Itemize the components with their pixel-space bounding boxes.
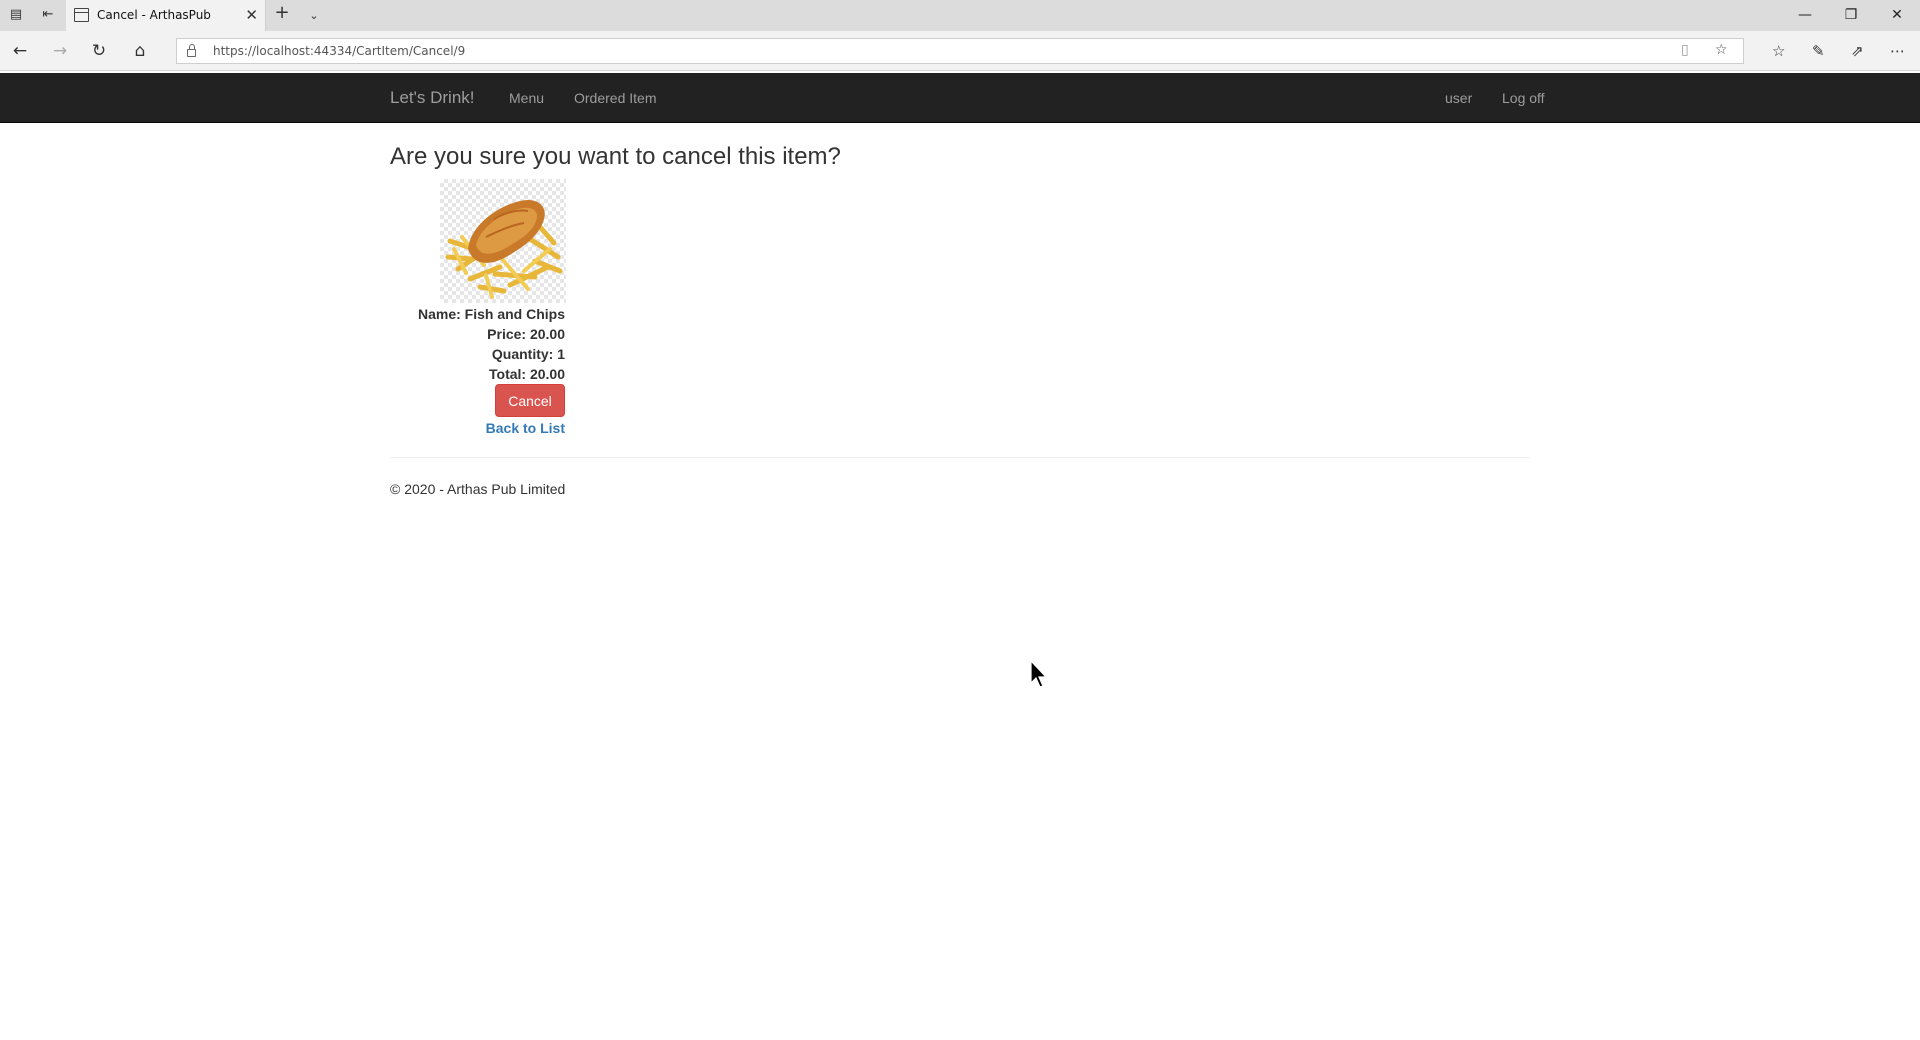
tab-title: Cancel - ArthasPub <box>97 8 211 22</box>
item-image <box>440 179 566 303</box>
new-tab-icon[interactable]: + <box>274 4 290 22</box>
close-window-icon[interactable]: ✕ <box>1874 0 1920 31</box>
favorite-star-icon[interactable]: ☆ <box>1715 42 1728 58</box>
page-title: Are you sure you want to cancel this ite… <box>390 143 841 170</box>
browser-tab-bar: ▤ ⇤ Cancel - ArthasPub ✕ + ⌄ — ❐ ✕ <box>0 0 1920 31</box>
nav-link-logoff[interactable]: Log off <box>1502 90 1545 106</box>
reading-view-icon[interactable]: ▯ <box>1681 42 1689 58</box>
refresh-icon[interactable]: ↻ <box>89 41 109 61</box>
back-icon[interactable]: ← <box>10 41 30 61</box>
site-navbar: Let's Drink! Menu Ordered Item user Log … <box>0 73 1920 123</box>
mouse-cursor-icon <box>1030 660 1048 688</box>
back-to-list-link[interactable]: Back to List <box>486 420 565 436</box>
tab-actions-icon[interactable]: ▤ <box>8 7 24 23</box>
home-icon[interactable]: ⌂ <box>130 41 150 61</box>
chevron-down-icon[interactable]: ⌄ <box>306 8 322 24</box>
pen-icon[interactable]: ✎ <box>1812 41 1825 61</box>
set-tabs-aside-icon[interactable]: ⇤ <box>40 7 56 23</box>
forward-icon[interactable]: → <box>50 41 70 61</box>
page-icon <box>74 8 89 22</box>
item-quantity: Quantity: 1 <box>491 346 565 362</box>
lock-icon <box>187 44 196 57</box>
favorites-list-icon[interactable]: ☆ <box>1772 41 1785 61</box>
browser-tab[interactable]: Cancel - ArthasPub ✕ <box>66 0 266 31</box>
browser-address-bar: ← → ↻ ⌂ https://localhost:44334/CartItem… <box>0 31 1920 71</box>
nav-link-ordered-item[interactable]: Ordered Item <box>574 90 656 106</box>
nav-link-user[interactable]: user <box>1445 90 1472 106</box>
restore-icon[interactable]: ❐ <box>1828 0 1874 31</box>
share-icon[interactable]: ⇗ <box>1851 41 1864 61</box>
more-icon[interactable]: ⋯ <box>1890 41 1905 61</box>
footer-text: © 2020 - Arthas Pub Limited <box>390 481 566 497</box>
url-text: https://localhost:44334/CartItem/Cancel/… <box>213 44 466 58</box>
item-price: Price: 20.00 <box>487 326 565 342</box>
fish-and-chips-image <box>445 199 563 299</box>
item-name: Name: Fish and Chips <box>417 306 565 322</box>
url-field[interactable]: https://localhost:44334/CartItem/Cancel/… <box>176 38 1744 64</box>
cancel-button[interactable]: Cancel <box>495 384 565 417</box>
divider <box>390 457 1530 458</box>
brand-link[interactable]: Let's Drink! <box>390 88 475 108</box>
item-total: Total: 20.00 <box>489 366 565 382</box>
minimize-icon[interactable]: — <box>1782 0 1828 31</box>
close-tab-icon[interactable]: ✕ <box>245 6 258 24</box>
nav-link-menu[interactable]: Menu <box>509 90 544 106</box>
